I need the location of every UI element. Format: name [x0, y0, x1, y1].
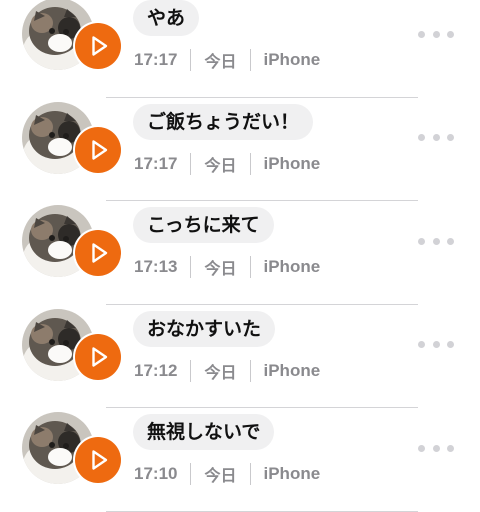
- meta-separator: [249, 463, 251, 485]
- more-options-button[interactable]: [418, 235, 454, 247]
- play-icon: [92, 243, 108, 263]
- meta-separator: [190, 152, 192, 175]
- voice-message-row[interactable]: おなかすいた 17:12 今日 iPhone: [0, 305, 480, 408]
- more-options-button[interactable]: [418, 339, 454, 351]
- more-dots-icon: [418, 341, 425, 348]
- voice-message-row[interactable]: ご飯ちょうだい！ 17:17 今日 iPhone: [0, 98, 480, 201]
- message-time: 17:12: [134, 360, 178, 380]
- more-dots-icon: [447, 237, 454, 245]
- message-date: 今日: [204, 52, 237, 71]
- play-button[interactable]: [75, 126, 121, 173]
- message-device: iPhone: [263, 464, 321, 483]
- message-bubble[interactable]: おなかすいた: [133, 310, 276, 347]
- voice-message-row[interactable]: こっちに来て 17:13 今日 iPhone: [0, 201, 480, 305]
- message-time: 17:13: [134, 257, 178, 276]
- message-time: 17:10: [134, 464, 178, 483]
- more-options-button[interactable]: [418, 28, 454, 40]
- meta-separator: [249, 256, 251, 278]
- more-dots-icon: [418, 30, 425, 38]
- meta-separator: [249, 49, 251, 71]
- meta-separator: [190, 49, 192, 71]
- meta-separator: [190, 256, 192, 278]
- message-time: 17:17: [134, 153, 178, 173]
- meta-separator: [249, 359, 251, 382]
- more-dots-icon: [432, 134, 440, 141]
- message-date: 今日: [204, 362, 237, 382]
- voice-message-list: やあ 17:17 今日 iPhone ご飯ちょうだい！ 17:17 今日 iPh…: [0, 0, 480, 512]
- more-dots-icon: [447, 30, 454, 38]
- voice-message-row[interactable]: やあ 17:17 今日 iPhone: [0, 0, 480, 98]
- more-dots-icon: [432, 444, 440, 452]
- play-button[interactable]: [75, 333, 121, 380]
- more-options-button[interactable]: [418, 442, 454, 454]
- message-bubble[interactable]: こっちに来て: [133, 207, 274, 243]
- message-bubble[interactable]: 無視しないで: [133, 414, 275, 450]
- message-meta: 17:10 今日 iPhone: [134, 462, 320, 486]
- meta-separator: [249, 152, 251, 175]
- meta-separator: [190, 359, 192, 382]
- play-icon: [92, 36, 108, 56]
- more-dots-icon: [447, 341, 454, 348]
- row-divider: [106, 510, 418, 512]
- message-bubble[interactable]: やあ: [133, 0, 200, 36]
- voice-message-row[interactable]: 無視しないで 17:10 今日 iPhone: [0, 408, 480, 512]
- play-button[interactable]: [75, 437, 121, 483]
- more-dots-icon: [418, 237, 425, 245]
- message-date: 今日: [204, 466, 237, 485]
- play-icon: [92, 450, 108, 470]
- message-meta: 17:13 今日 iPhone: [134, 255, 320, 279]
- message-device: iPhone: [263, 50, 321, 69]
- meta-separator: [190, 463, 192, 485]
- message-date: 今日: [204, 155, 237, 175]
- play-button[interactable]: [75, 230, 121, 276]
- more-dots-icon: [432, 341, 440, 348]
- message-device: iPhone: [263, 153, 321, 173]
- more-dots-icon: [447, 444, 454, 452]
- message-bubble[interactable]: ご飯ちょうだい！: [133, 103, 314, 140]
- play-button[interactable]: [75, 23, 121, 69]
- message-device: iPhone: [263, 360, 321, 380]
- message-date: 今日: [204, 259, 237, 278]
- play-icon: [92, 139, 108, 160]
- more-dots-icon: [447, 134, 454, 141]
- more-dots-icon: [432, 237, 440, 245]
- message-meta: 17:17 今日 iPhone: [134, 48, 320, 72]
- message-meta: 17:17 今日 iPhone: [134, 152, 320, 176]
- message-time: 17:17: [134, 50, 178, 69]
- more-dots-icon: [418, 444, 425, 452]
- more-dots-icon: [418, 134, 425, 141]
- more-dots-icon: [432, 30, 440, 38]
- message-meta: 17:12 今日 iPhone: [134, 359, 320, 383]
- message-device: iPhone: [263, 257, 321, 276]
- play-icon: [92, 346, 108, 367]
- more-options-button[interactable]: [418, 132, 454, 144]
